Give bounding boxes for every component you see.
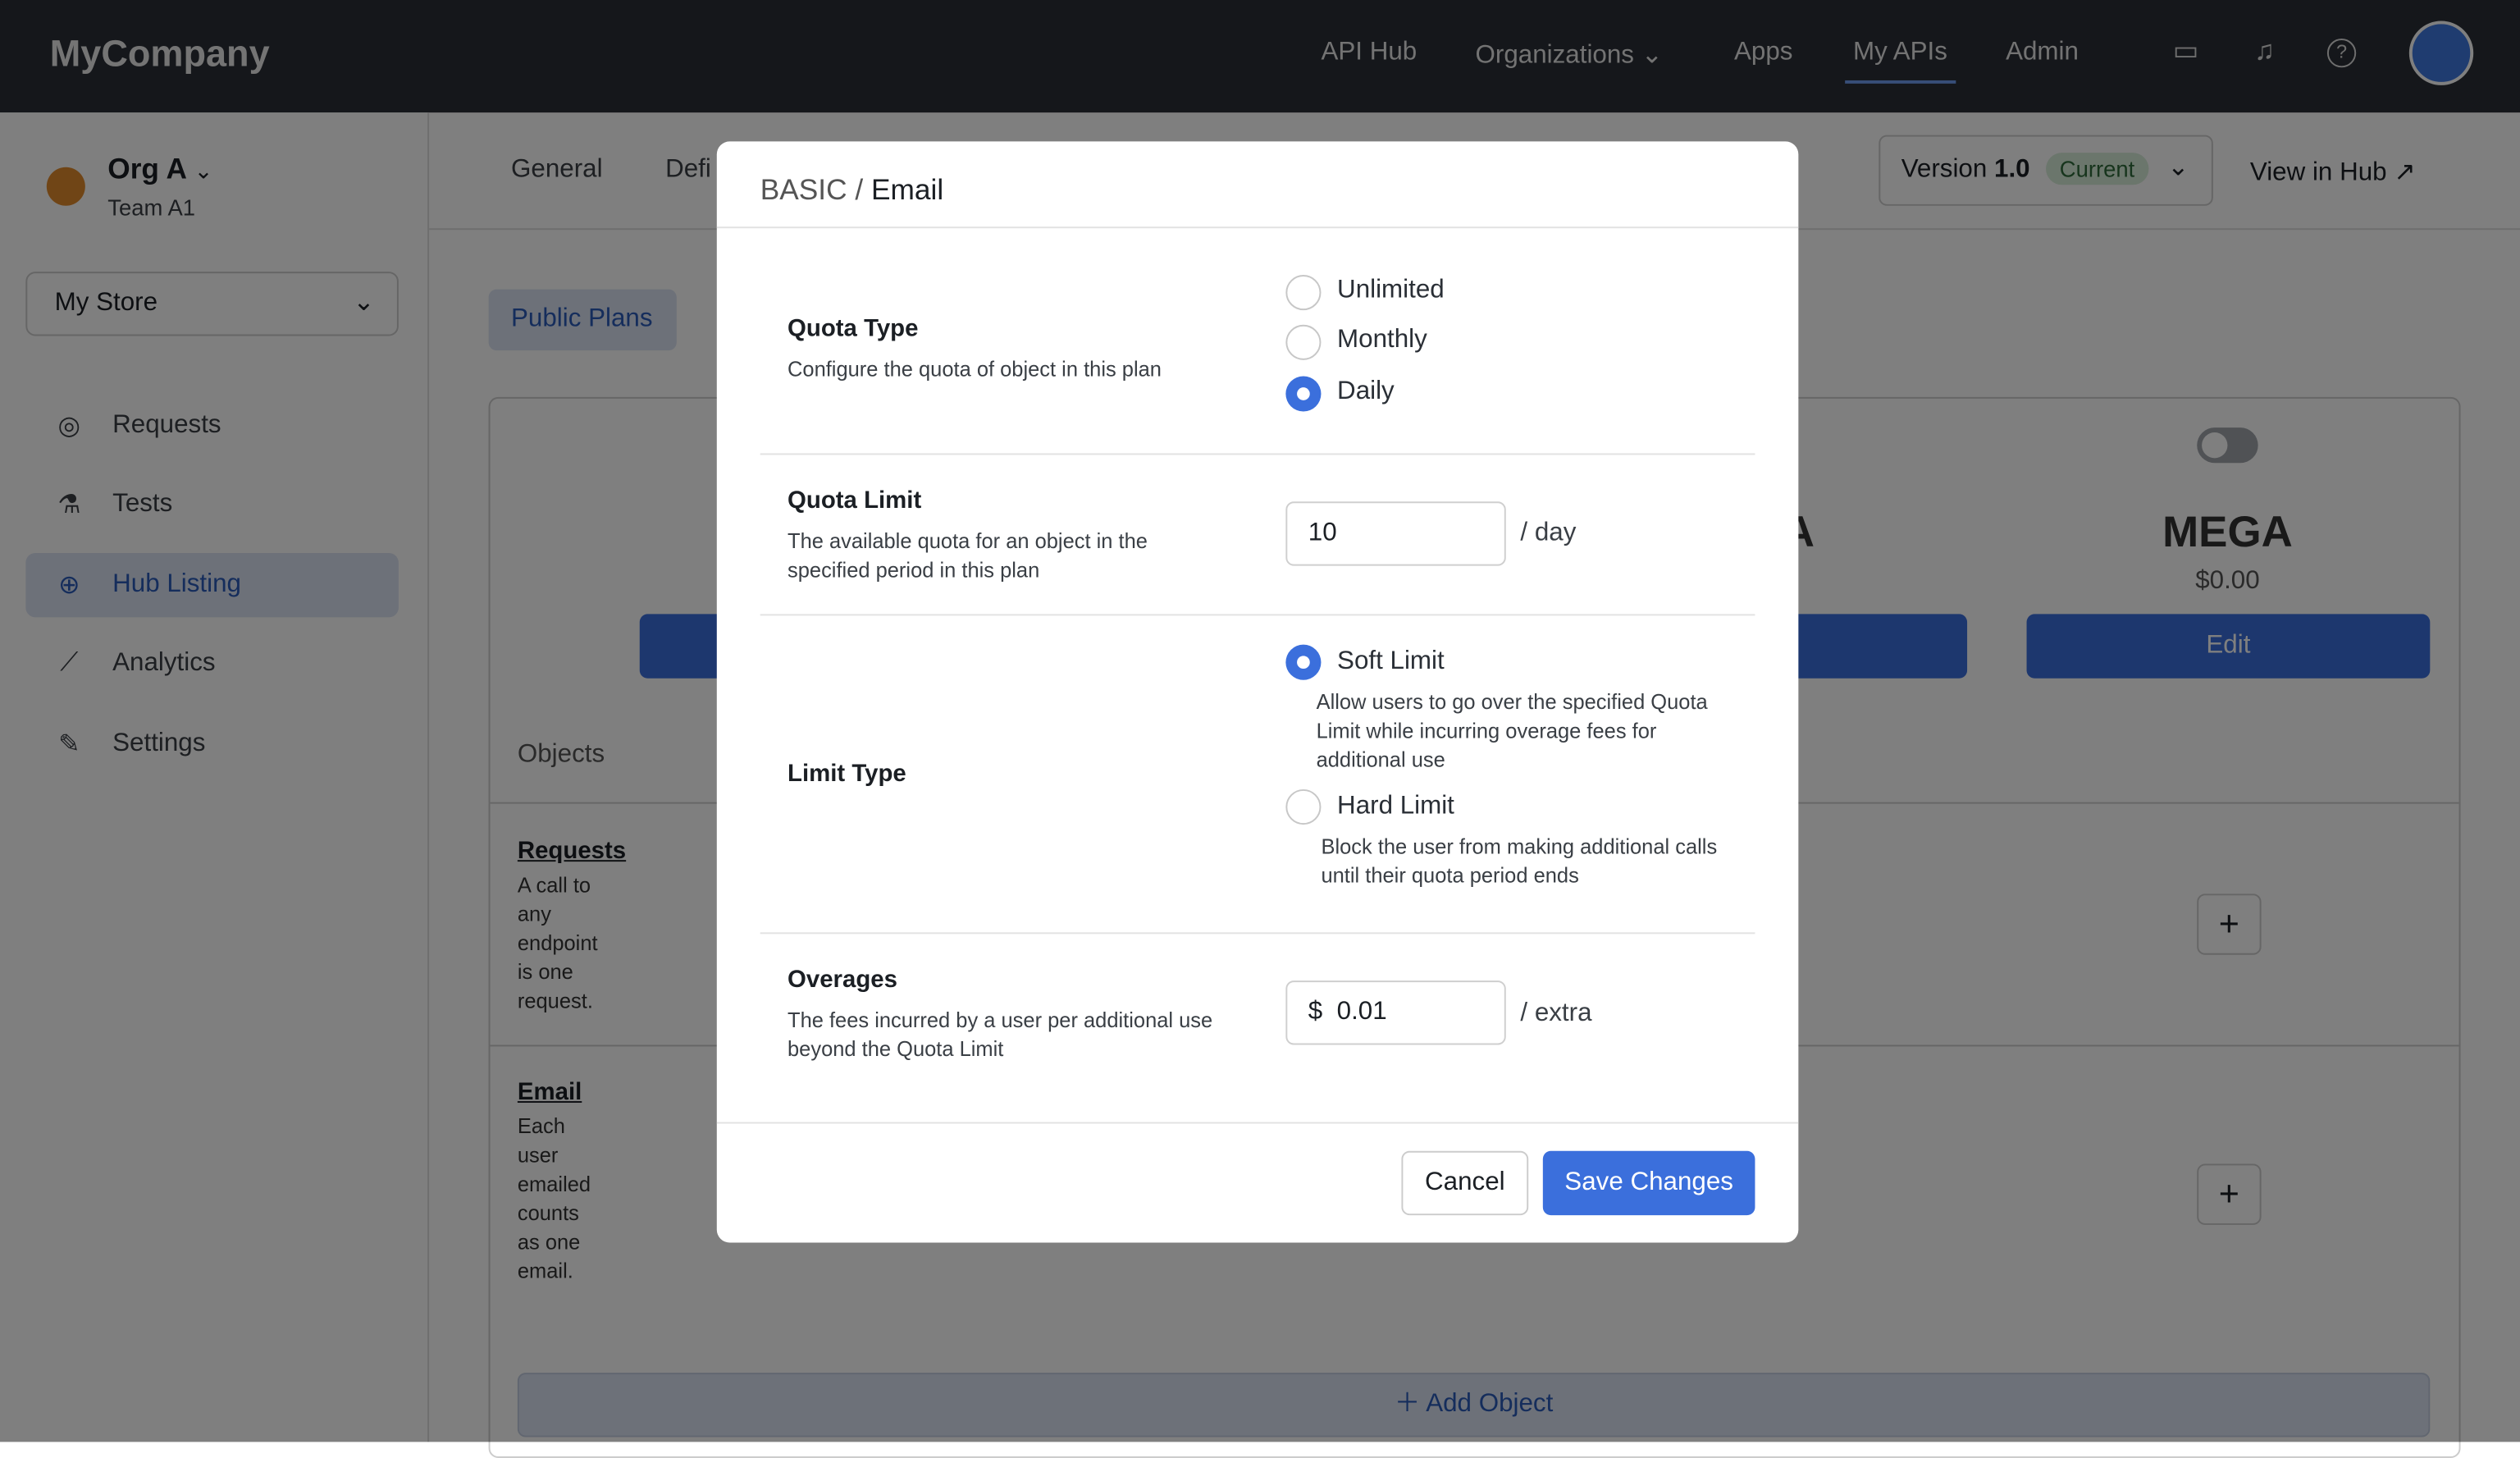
divider xyxy=(760,614,1755,616)
radio-label: Monthly xyxy=(1337,326,1427,354)
quota-modal: BASIC / Email Quota Type Configure the q… xyxy=(716,141,1799,1243)
app: MyCompany API Hub Organizations ⌄ Apps M… xyxy=(0,0,2520,1458)
quota-limit-label: Quota Limit xyxy=(788,487,922,514)
overages-label: Overages xyxy=(788,966,897,994)
overages-desc: The fees incurred by a user per addition… xyxy=(788,1008,1213,1062)
overages-unit: / extra xyxy=(1520,999,1592,1027)
radio-hard-limit[interactable] xyxy=(1285,788,1322,825)
breadcrumb-current: Email xyxy=(870,173,944,206)
cancel-button[interactable]: Cancel xyxy=(1401,1150,1529,1216)
overages-input[interactable]: $ 0.01 xyxy=(1285,980,1506,1045)
quota-limit-input[interactable]: 10 xyxy=(1285,501,1506,566)
limit-type-label: Limit Type xyxy=(788,760,906,788)
divider xyxy=(760,453,1755,455)
quota-limit-unit: / day xyxy=(1520,519,1577,547)
radio-label: Soft Limit xyxy=(1337,647,1445,675)
radio-desc: Allow users to go over the specified Quo… xyxy=(1316,689,1708,772)
radio-desc: Block the user from making additional ca… xyxy=(1321,834,1718,888)
radio-monthly[interactable] xyxy=(1285,324,1322,360)
radio-label: Hard Limit xyxy=(1337,792,1454,820)
divider xyxy=(760,932,1755,935)
radio-soft-limit[interactable] xyxy=(1285,644,1322,680)
modal-breadcrumb: BASIC / Email xyxy=(716,141,1799,229)
radio-unlimited[interactable] xyxy=(1285,275,1322,311)
radio-label: Unlimited xyxy=(1337,276,1445,304)
breadcrumb-parent: BASIC xyxy=(760,173,847,206)
quota-type-desc: Configure the quota of object in this pl… xyxy=(788,356,1162,382)
quota-limit-desc: The available quota for an object in the… xyxy=(788,528,1148,583)
radio-label: Daily xyxy=(1337,377,1395,405)
overages-value: 0.01 xyxy=(1336,998,1387,1026)
quota-type-label: Quota Type xyxy=(788,315,919,343)
radio-daily[interactable] xyxy=(1285,376,1322,412)
currency-symbol: $ xyxy=(1308,998,1323,1026)
breadcrumb-separator: / xyxy=(847,173,871,206)
save-changes-button[interactable]: Save Changes xyxy=(1542,1150,1755,1216)
divider xyxy=(716,1122,1799,1124)
